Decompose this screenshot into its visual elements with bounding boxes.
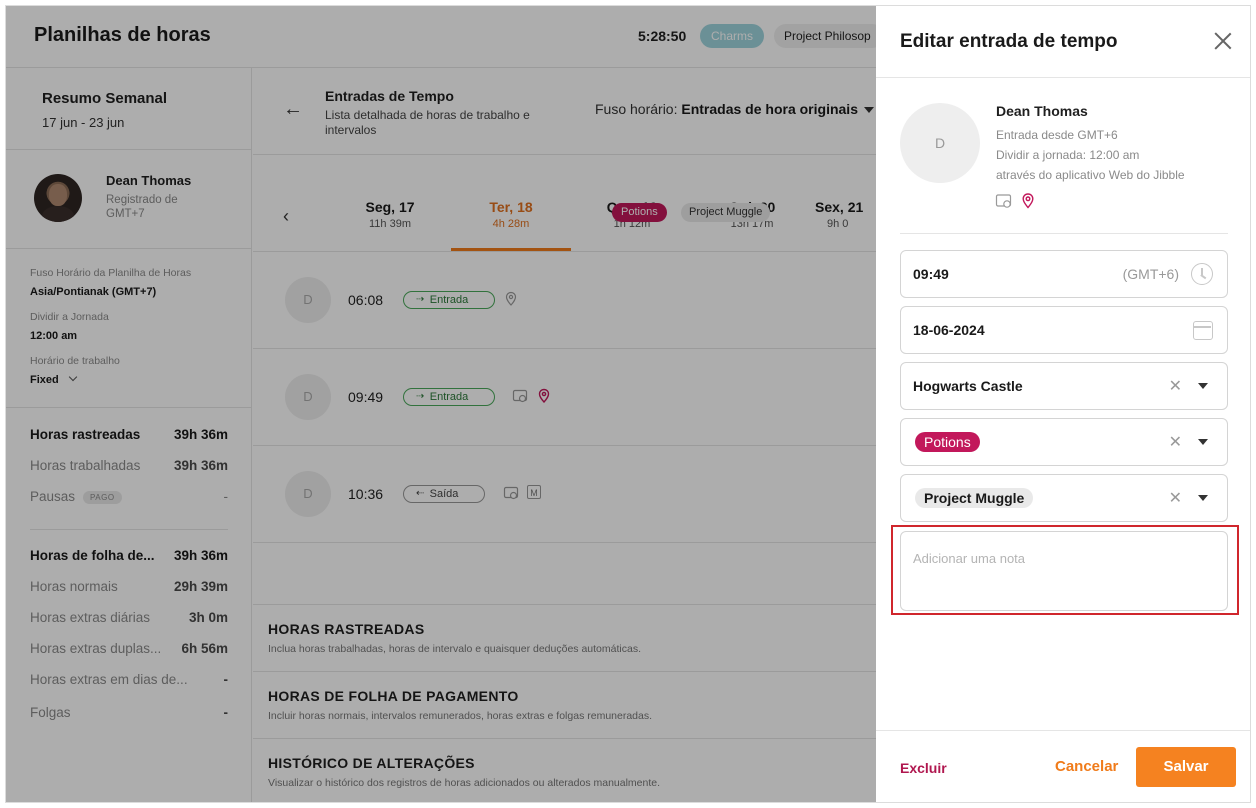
date-value: 18-06-2024: [913, 322, 985, 338]
clear-icon[interactable]: ✕: [1169, 488, 1182, 508]
project-chip: Project Muggle: [915, 488, 1034, 508]
save-button[interactable]: Salvar: [1136, 747, 1236, 787]
clear-icon[interactable]: ✕: [1169, 376, 1182, 396]
cancel-button[interactable]: Cancelar: [1055, 758, 1118, 775]
location-select[interactable]: Hogwarts Castle ✕: [900, 362, 1228, 410]
entry-source: através do aplicativo Web do Jibble: [996, 168, 1185, 182]
drawer-title: Editar entrada de tempo: [900, 31, 1118, 52]
activity-select[interactable]: Potions ✕: [900, 418, 1228, 466]
modal-backdrop[interactable]: [6, 6, 876, 802]
drawer-avatar: D: [900, 103, 980, 183]
project-select[interactable]: Project Muggle ✕: [900, 474, 1228, 522]
entry-origin-tz: Entrada desde GMT+6: [996, 128, 1118, 142]
date-field[interactable]: 18-06-2024: [900, 306, 1228, 354]
edit-time-entry-drawer: Editar entrada de tempo D Dean Thomas En…: [876, 6, 1250, 802]
location-pin-icon: [1022, 193, 1034, 209]
web-app-icon: [995, 194, 1012, 208]
time-value: 09:49: [913, 266, 949, 282]
location-value: Hogwarts Castle: [913, 378, 1023, 394]
clock-icon[interactable]: [1191, 263, 1213, 285]
delete-button[interactable]: Excluir: [900, 760, 947, 776]
activity-chip: Potions: [915, 432, 980, 452]
divider: [876, 77, 1250, 78]
time-field[interactable]: 09:49 (GMT+6): [900, 250, 1228, 298]
drawer-user-name: Dean Thomas: [996, 103, 1088, 119]
entry-split-day: Dividir a jornada: 12:00 am: [996, 148, 1140, 162]
app-window: Planilhas de horas 5:28:50 Charms Projec…: [5, 5, 1251, 803]
divider: [876, 730, 1250, 731]
close-icon[interactable]: [1211, 29, 1235, 53]
note-textarea[interactable]: [900, 531, 1228, 611]
calendar-icon[interactable]: [1193, 321, 1213, 340]
caret-down-icon[interactable]: [1198, 495, 1208, 501]
time-timezone: (GMT+6): [1122, 266, 1179, 282]
divider: [900, 233, 1228, 234]
caret-down-icon[interactable]: [1198, 383, 1208, 389]
clear-icon[interactable]: ✕: [1169, 432, 1182, 452]
caret-down-icon[interactable]: [1198, 439, 1208, 445]
